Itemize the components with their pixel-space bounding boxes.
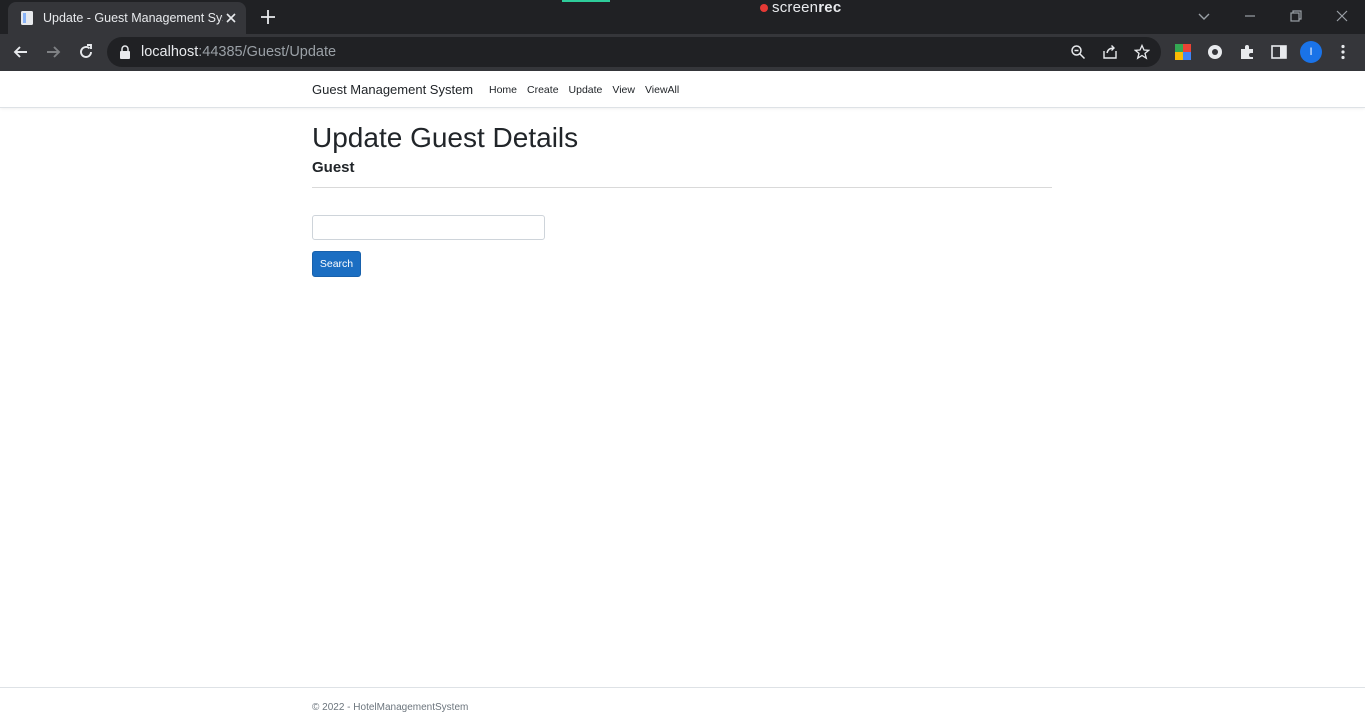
page-title: Update Guest Details — [312, 122, 579, 153]
browser-tab[interactable]: Update - Guest Management System — [8, 2, 246, 34]
close-window-icon[interactable] — [1332, 6, 1352, 26]
nav-link-update[interactable]: Update — [569, 83, 603, 97]
bookmark-star-icon[interactable] — [1134, 44, 1150, 60]
address-bar[interactable]: localhost:44385/Guest/Update — [107, 37, 1161, 67]
new-tab-icon[interactable] — [259, 8, 277, 26]
browser-menu-icon[interactable] — [1334, 43, 1352, 61]
url-text[interactable]: localhost:44385/Guest/Update — [141, 44, 336, 60]
footer-divider — [0, 687, 1365, 688]
side-panel-icon[interactable] — [1270, 43, 1288, 61]
back-icon[interactable] — [11, 42, 31, 62]
nav-link-home[interactable]: Home — [489, 83, 517, 97]
forward-icon[interactable] — [43, 42, 63, 62]
url-path: :44385/Guest/Update — [198, 44, 337, 60]
search-input[interactable] — [312, 215, 545, 240]
share-icon[interactable] — [1102, 44, 1118, 60]
section-title: Guest — [312, 159, 355, 176]
reload-icon[interactable] — [76, 42, 96, 62]
nav-link-create[interactable]: Create — [527, 83, 559, 97]
screen-recorder-badge: screen rec — [760, 0, 841, 16]
browser-tab-bar: Update - Guest Management System screen … — [0, 0, 1365, 34]
recorder-label-prefix: screen — [772, 0, 819, 16]
restore-icon[interactable] — [1286, 6, 1306, 26]
tab-title: Update - Guest Management System — [43, 11, 223, 25]
nav-links: Home Create Update View ViewAll — [489, 83, 689, 97]
navbar-brand[interactable]: Guest Management System — [312, 82, 473, 98]
site-navbar: Guest Management System Home Create Upda… — [0, 71, 1365, 108]
extensions-puzzle-icon[interactable] — [1238, 43, 1256, 61]
profile-avatar[interactable]: I — [1300, 41, 1322, 63]
divider — [312, 187, 1052, 188]
recorder-label-suffix: rec — [818, 0, 842, 16]
search-button[interactable]: Search — [312, 251, 361, 277]
footer-copyright: © 2022 - HotelManagementSystem — [312, 702, 469, 713]
zoom-icon[interactable] — [1070, 44, 1086, 60]
browser-toolbar: localhost:44385/Guest/Update I — [0, 34, 1365, 71]
page-icon — [21, 11, 33, 25]
record-dot-icon — [760, 4, 768, 12]
minimize-icon[interactable] — [1240, 6, 1260, 26]
lock-icon[interactable] — [119, 45, 131, 59]
nav-link-view[interactable]: View — [612, 83, 635, 97]
close-tab-icon[interactable] — [223, 10, 239, 26]
web-page: Guest Management System Home Create Upda… — [0, 71, 1365, 717]
tab-search-chevron-icon[interactable] — [1194, 6, 1214, 26]
recorder-strip — [562, 0, 610, 2]
url-host: localhost — [141, 44, 199, 60]
extension-colorful-icon[interactable] — [1174, 43, 1192, 61]
nav-link-viewall[interactable]: ViewAll — [645, 83, 679, 97]
extension-circle-icon[interactable] — [1206, 43, 1224, 61]
